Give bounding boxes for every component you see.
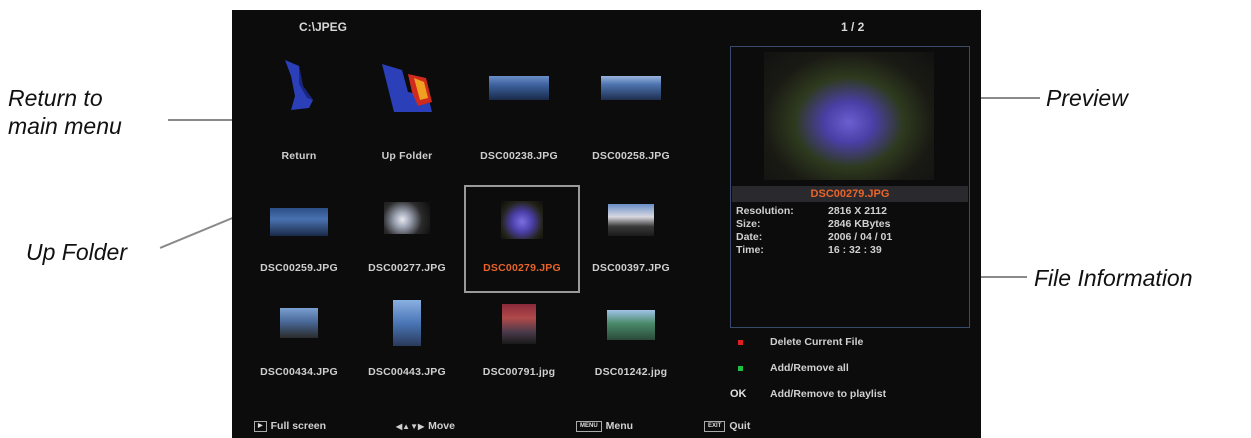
info-key: Size:: [736, 218, 761, 230]
grid-item-label: DSC00397.JPG: [592, 262, 670, 274]
current-path: C:\JPEG: [299, 20, 348, 34]
photo-thumbnail: [384, 202, 430, 234]
photo-thumbnail: [270, 208, 328, 236]
legend-delete-label: Delete Current File: [770, 336, 864, 348]
photo-thumbnail: [501, 201, 543, 239]
play-icon: ▶: [254, 420, 267, 432]
photo-thumbnail: [489, 76, 549, 100]
ok-key-icon: OK: [730, 388, 747, 400]
up-folder-icon: [382, 64, 432, 112]
photo-thumbnail: [502, 304, 536, 344]
grid-item-label: DSC00434.JPG: [260, 366, 338, 378]
grid-item-label: Up Folder: [381, 150, 433, 162]
grid-item-photo[interactable]: DSC01242.jpg: [576, 298, 686, 388]
legend-playlist-label: Add/Remove to playlist: [770, 388, 887, 400]
page-indicator: 1 / 2: [841, 20, 865, 34]
grid-item-photo[interactable]: DSC00238.JPG: [464, 52, 574, 162]
grid-item-label: DSC01242.jpg: [594, 366, 668, 378]
grid-item-photo[interactable]: DSC00443.JPG: [352, 298, 462, 388]
quit-label: Quit: [729, 420, 751, 432]
grid-item-photo[interactable]: DSC00259.JPG: [244, 184, 354, 274]
photo-thumbnail: [608, 204, 654, 236]
grid-item-photo-selected[interactable]: DSC00279.JPG: [464, 185, 580, 293]
move-label: Move: [428, 420, 455, 432]
grid-item-photo[interactable]: DSC00434.JPG: [244, 298, 354, 388]
callout-preview: Preview: [1046, 85, 1128, 111]
info-key: Resolution:: [736, 205, 794, 217]
red-key-icon: [738, 340, 743, 345]
info-value: 2816 X 2112: [828, 205, 887, 217]
grid-item-label: DSC00258.JPG: [592, 150, 670, 162]
menu-key-icon: MENU: [576, 420, 602, 432]
full-screen-label: Full screen: [270, 420, 327, 432]
grid-item-label: DSC00279.JPG: [483, 262, 561, 274]
grid-item-photo[interactable]: DSC00791.jpg: [464, 298, 574, 388]
photo-thumbnail: [607, 310, 655, 340]
legend-add-remove-all-label: Add/Remove all: [770, 362, 849, 374]
grid-item-label: DSC00259.JPG: [260, 262, 338, 274]
grid-item-label: DSC00443.JPG: [368, 366, 446, 378]
photo-thumbnail: [280, 308, 318, 338]
info-value: 2846 KBytes: [828, 218, 891, 230]
callout-return-line1: Return to: [8, 85, 103, 111]
grid-item-photo[interactable]: DSC00258.JPG: [576, 52, 686, 162]
callout-file-information: File Information: [1034, 265, 1193, 291]
bottom-menu: MENU Menu: [576, 420, 633, 432]
grid-item-return[interactable]: Return: [244, 52, 354, 162]
preview-filename: DSC00279.JPG: [732, 186, 968, 202]
callout-return-line2: main menu: [8, 113, 122, 139]
return-icon: [285, 60, 313, 110]
arrows-icon: ◀▲▼▶: [396, 422, 425, 431]
grid-item-photo[interactable]: DSC00277.JPG: [352, 184, 462, 274]
grid-item-label: DSC00791.jpg: [482, 366, 556, 378]
photo-thumbnail: [601, 76, 661, 100]
menu-label: Menu: [605, 420, 634, 432]
bottom-full-screen: ▶ Full screen: [254, 420, 326, 432]
info-key: Date:: [736, 231, 763, 243]
bottom-move: ◀▲▼▶ Move: [396, 420, 455, 432]
grid-item-label: Return: [281, 150, 317, 162]
info-value: 2006 / 04 / 01: [828, 231, 893, 243]
grid-item-label: DSC00277.JPG: [368, 262, 446, 274]
grid-item-up-folder[interactable]: Up Folder: [352, 52, 462, 162]
info-value: 16 : 32 : 39: [828, 244, 882, 256]
media-browser-screen: C:\JPEG 1 / 2 Return Up Folder DSC00238.…: [232, 10, 981, 438]
callout-up-folder: Up Folder: [26, 239, 127, 265]
bottom-quit: EXIT Quit: [704, 420, 750, 432]
info-key: Time:: [736, 244, 764, 256]
exit-key-icon: EXIT: [704, 420, 726, 432]
preview-image: [764, 52, 934, 180]
grid-item-photo[interactable]: DSC00397.JPG: [576, 184, 686, 274]
grid-item-label: DSC00238.JPG: [480, 150, 558, 162]
green-key-icon: [738, 366, 743, 371]
photo-thumbnail: [393, 300, 421, 346]
